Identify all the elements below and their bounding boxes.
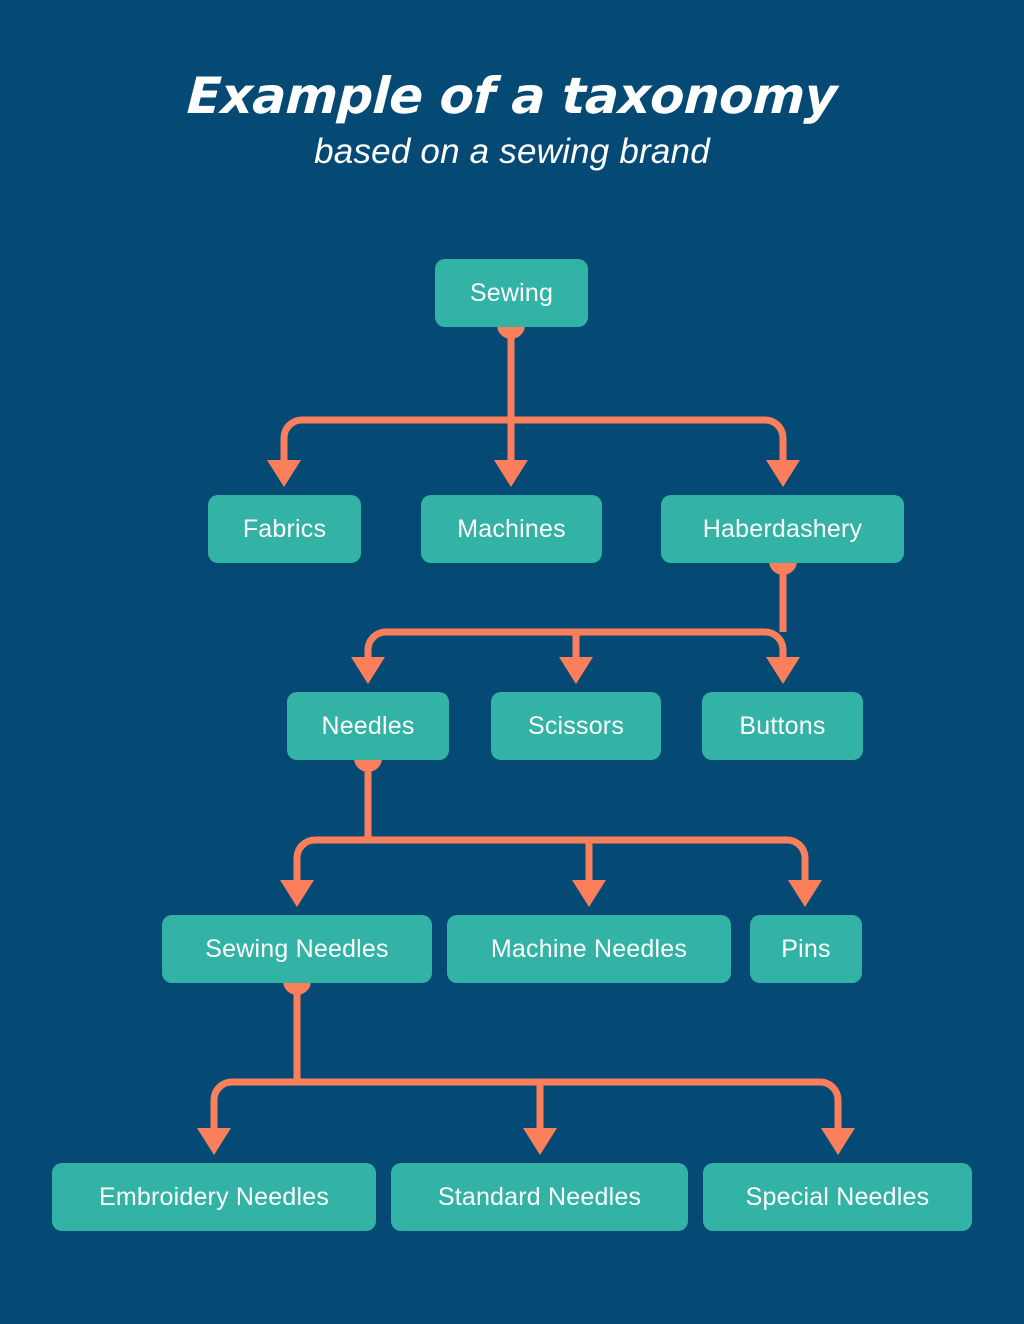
node-label: Buttons xyxy=(739,711,826,740)
node-label: Machines xyxy=(457,514,566,543)
g1-arrowhead-1 xyxy=(494,460,528,487)
node-pins[interactable]: Pins xyxy=(750,915,862,983)
node-label: Needles xyxy=(321,711,415,740)
node-scissors[interactable]: Scissors xyxy=(491,692,661,760)
node-machine-needles[interactable]: Machine Needles xyxy=(447,915,731,983)
node-machines[interactable]: Machines xyxy=(421,495,602,563)
g4-arrowhead-1 xyxy=(523,1128,557,1155)
g3-arrowhead-1 xyxy=(572,880,606,907)
node-special-needles[interactable]: Special Needles xyxy=(703,1163,972,1231)
node-fabrics[interactable]: Fabrics xyxy=(208,495,361,563)
node-label: Scissors xyxy=(527,711,625,740)
node-label: Pins xyxy=(781,934,831,963)
g2-arrowhead-2 xyxy=(766,657,800,684)
node-sewing[interactable]: Sewing xyxy=(435,259,588,327)
connector-layer xyxy=(197,311,855,1155)
node-label: Sewing Needles xyxy=(205,934,389,963)
g3-arrowhead-0 xyxy=(280,880,314,907)
node-label: Haberdashery xyxy=(702,514,863,543)
g4-arrowhead-2 xyxy=(821,1128,855,1155)
node-buttons[interactable]: Buttons xyxy=(702,692,863,760)
node-standard-needles[interactable]: Standard Needles xyxy=(391,1163,688,1231)
g4-bus xyxy=(210,1078,842,1101)
g1-bus xyxy=(280,416,787,439)
taxonomy-diagram-canvas: Example of a taxonomy based on a sewing … xyxy=(0,0,1024,1324)
g3-bus xyxy=(293,836,809,859)
node-embroidery-needles[interactable]: Embroidery Needles xyxy=(52,1163,376,1231)
node-sewing-needles[interactable]: Sewing Needles xyxy=(162,915,432,983)
node-label: Sewing xyxy=(469,278,554,307)
g2-arrowhead-0 xyxy=(351,657,385,684)
g1-arrowhead-2 xyxy=(766,460,800,487)
g2-arrowhead-1 xyxy=(559,657,593,684)
node-label: Standard Needles xyxy=(437,1182,642,1211)
node-label: Special Needles xyxy=(745,1182,930,1211)
node-label: Embroidery Needles xyxy=(98,1182,330,1211)
g4-arrowhead-0 xyxy=(197,1128,231,1155)
g2-bus xyxy=(364,628,787,651)
node-label: Machine Needles xyxy=(490,934,688,963)
g1-arrowhead-0 xyxy=(267,460,301,487)
g3-arrowhead-2 xyxy=(788,880,822,907)
title-block: Example of a taxonomy based on a sewing … xyxy=(0,67,1024,171)
page-title: Example of a taxonomy xyxy=(185,67,839,125)
node-needles[interactable]: Needles xyxy=(287,692,449,760)
node-haberdashery[interactable]: Haberdashery xyxy=(661,495,904,563)
page-subtitle: based on a sewing brand xyxy=(314,131,710,171)
node-label: Fabrics xyxy=(242,514,327,543)
